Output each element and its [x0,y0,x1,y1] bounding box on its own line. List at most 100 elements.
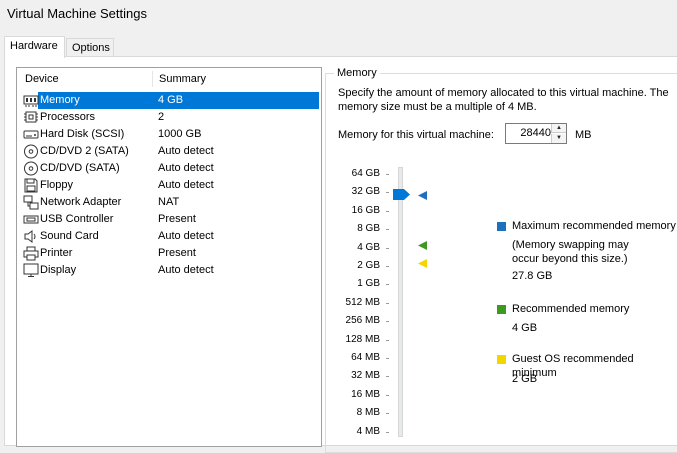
device-name: Printer [40,247,73,259]
scale-tick-label: 2 GB [357,260,380,271]
device-row-cd-dvd-2[interactable]: CD/DVD 2 (SATA) Auto detect [22,143,319,160]
recommended-value: 4 GB [512,322,538,334]
scale-tick-mark [386,413,389,414]
scale-tick-label: 512 MB [345,297,380,308]
memory-field-label: Memory for this virtual machine: [338,129,494,141]
scale-tick-mark [386,266,389,267]
device-row-processors[interactable]: Processors 2 [22,109,319,126]
display-icon [23,263,39,277]
scale-tick-label: 16 GB [351,205,380,216]
increment-button[interactable]: ▲ [551,124,566,133]
processor-icon [24,111,38,123]
scale-tick-mark [386,248,389,249]
memory-description: Specify the amount of memory allocated t… [338,87,669,113]
scale-tick-label: 16 MB [351,389,380,400]
scale-tick-label: 32 MB [351,370,380,381]
scale-tick-mark [386,229,389,230]
max-recommended-swatch [497,222,506,231]
device-name: CD/DVD 2 (SATA) [40,145,129,157]
recommended-title: Recommended memory [512,303,630,315]
guest-minimum-marker [418,259,427,268]
device-summary: 1000 GB [158,128,202,140]
scale-tick-mark [386,432,389,433]
scale-tick-label: 4 MB [356,426,380,437]
device-list[interactable]: Device Summary Memory 4 GB Processors 2 … [16,67,322,447]
device-name: Memory [40,94,80,106]
device-summary: Present [158,247,196,259]
speaker-icon [24,230,36,243]
device-name: USB Controller [40,213,114,225]
scale-tick-mark [386,376,389,377]
network-adapter-icon [23,195,39,210]
summary-column-header[interactable]: Summary [159,73,206,85]
column-divider[interactable] [152,71,153,87]
device-list-header: Device Summary [17,68,321,90]
hard-disk-icon [23,130,39,139]
device-row-display[interactable]: Display Auto detect [22,262,319,279]
recommended-marker [418,241,427,250]
scale-tick-label: 256 MB [345,315,380,326]
window-title: Virtual Machine Settings [7,6,147,21]
scale-tick-label: 4 GB [357,242,380,253]
device-summary: 4 GB [158,94,184,106]
tab-options[interactable]: Options [66,38,114,57]
memory-slider-thumb[interactable] [393,189,410,200]
scale-tick-label: 64 GB [351,168,380,179]
cd-dvd-icon [24,144,38,159]
device-name: Floppy [40,179,74,191]
guest-minimum-swatch [497,355,506,364]
device-row-hard-disk[interactable]: Hard Disk (SCSI) 1000 GB [22,126,319,143]
device-summary: NAT [158,196,180,208]
device-row-network-adapter[interactable]: Network Adapter NAT [22,194,319,211]
tab-hardware[interactable]: Hardware [4,36,65,58]
scale-tick-mark [386,211,389,212]
scale-tick-label: 64 MB [351,352,380,363]
memory-stepper[interactable]: 28440 ▲ ▼ [505,123,567,144]
device-name: Processors [40,111,96,123]
memory-group-label: Memory [334,67,380,79]
printer-icon [23,246,39,261]
recommended-swatch [497,305,506,314]
device-summary: Auto detect [158,264,214,276]
scale-tick-label: 32 GB [351,186,380,197]
device-summary: Auto detect [158,179,214,191]
usb-icon [23,215,39,224]
scale-tick-mark [386,321,389,322]
scale-tick-label: 8 GB [357,223,380,234]
scale-tick-mark [386,174,389,175]
max-recommended-marker [418,191,427,200]
max-recommended-note: (Memory swapping may occur beyond this s… [512,239,629,265]
device-row-sound-card[interactable]: Sound Card Auto detect [22,228,319,245]
max-recommended-value: 27.8 GB [512,270,553,282]
memory-unit: MB [575,129,592,141]
device-row-memory[interactable]: Memory 4 GB [22,92,319,109]
device-summary: 2 [158,111,165,123]
device-name: Display [40,264,77,276]
memory-icon [23,95,39,107]
memory-slider-track[interactable] [398,167,403,437]
memory-input[interactable]: 28440 [510,127,551,139]
scale-tick-label: 128 MB [345,334,380,345]
device-column-header[interactable]: Device [25,73,59,85]
decrement-button[interactable]: ▼ [551,134,566,143]
cd-dvd-icon [24,161,38,176]
device-row-floppy[interactable]: Floppy Auto detect [22,177,319,194]
device-row-usb-controller[interactable]: USB Controller Present [22,211,319,228]
guest-minimum-value: 2 GB [512,373,538,385]
scale-tick-label: 8 MB [356,407,380,418]
floppy-icon [24,178,38,193]
device-row-printer[interactable]: Printer Present [22,245,319,262]
device-name: CD/DVD (SATA) [40,162,120,174]
scale-tick-mark [386,395,389,396]
device-row-cd-dvd[interactable]: CD/DVD (SATA) Auto detect [22,160,319,177]
max-recommended-title: Maximum recommended memory [512,220,676,232]
device-summary: Auto detect [158,162,214,174]
device-name: Hard Disk (SCSI) [40,128,125,140]
scale-tick-mark [386,303,389,304]
device-summary: Auto detect [158,145,214,157]
scale-tick-mark [386,358,389,359]
scale-tick-mark [386,192,389,193]
device-name: Network Adapter [40,196,122,208]
scale-tick-mark [386,284,389,285]
scale-tick-label: 1 GB [357,278,380,289]
